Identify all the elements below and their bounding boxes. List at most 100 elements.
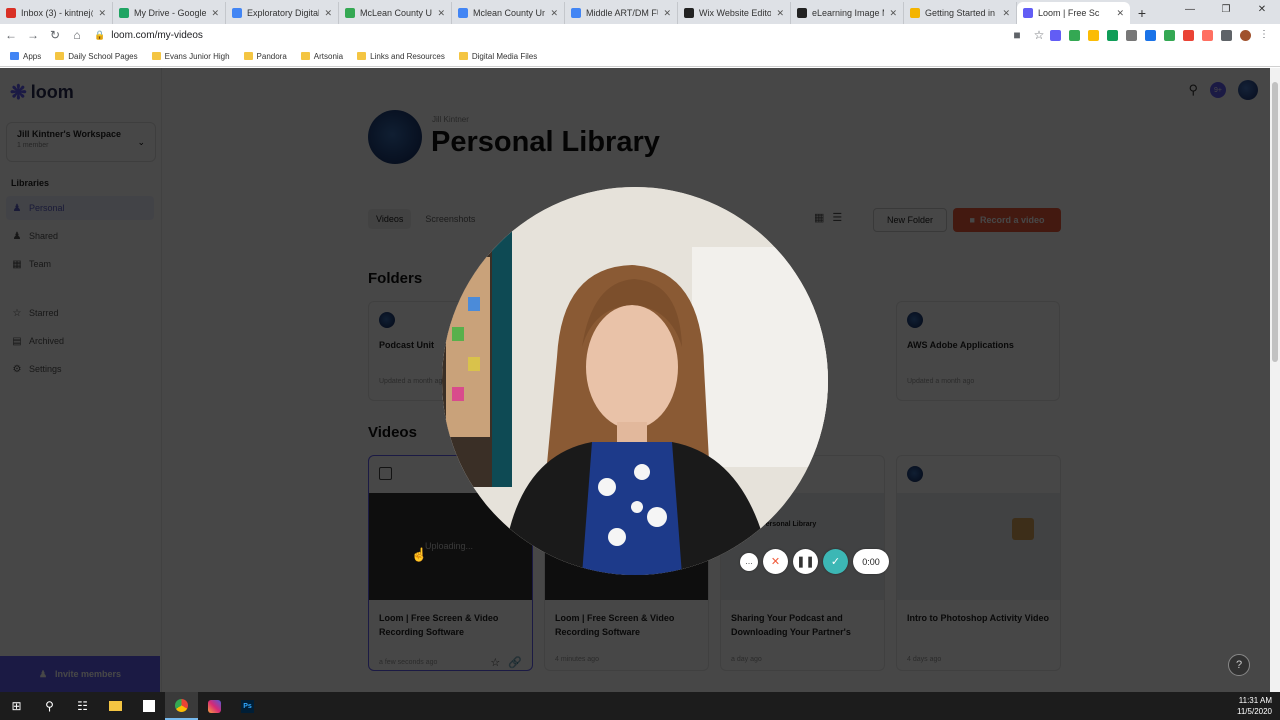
browser-tab[interactable]: Getting Started in F ✕ — [904, 2, 1017, 24]
video-title[interactable]: Intro to Photoshop Activity Video — [897, 600, 1060, 648]
close-tab-icon[interactable]: ✕ — [211, 8, 219, 19]
close-tab-icon[interactable]: ✕ — [550, 8, 558, 19]
extension-icon[interactable] — [1183, 29, 1194, 41]
instagram-icon[interactable] — [198, 692, 231, 720]
browser-tab[interactable]: Wix Website Editor ✕ — [678, 2, 791, 24]
minimize-icon[interactable]: — — [1172, 0, 1208, 20]
extension-icon[interactable] — [1202, 29, 1213, 41]
notification-badge[interactable]: 9+ — [1210, 82, 1226, 98]
avatar[interactable] — [1238, 80, 1258, 100]
puzzle-icon[interactable] — [1221, 29, 1232, 41]
record-video-button[interactable]: ■ Record a video — [953, 208, 1061, 232]
workspace-switcher[interactable]: Jill Kintner's Workspace 1 member ⌄ — [6, 122, 156, 162]
video-title[interactable]: Sharing Your Podcast and Downloading You… — [721, 600, 884, 648]
back-icon[interactable]: ← — [0, 28, 22, 42]
windows-taskbar: ⊞ ⚲ ☷ Ps 11:31 AM 11/5/2020 — [0, 692, 1280, 720]
close-tab-icon[interactable]: ✕ — [98, 8, 106, 19]
grid-view-icon[interactable]: ▦ — [814, 211, 824, 224]
extension-icon[interactable] — [1069, 29, 1080, 41]
extension-icon[interactable] — [1164, 29, 1175, 41]
camera-bubble[interactable] — [442, 187, 828, 575]
search-icon[interactable]: ⚲ — [33, 692, 66, 720]
list-view-icon[interactable]: ☰ — [832, 211, 842, 224]
tab-videos[interactable]: Videos — [368, 209, 412, 229]
sidebar-item-shared[interactable]: ♟ Shared — [6, 224, 154, 248]
select-checkbox[interactable] — [379, 467, 392, 480]
camera-icon[interactable]: ■ — [1006, 28, 1028, 42]
windows-start-icon[interactable]: ⊞ — [0, 692, 33, 720]
video-title[interactable]: Loom | Free Screen & Video Recording Sof… — [369, 600, 532, 648]
invite-members-button[interactable]: ♟ Invite members — [0, 656, 160, 692]
bookmark-item[interactable]: Digital Media Files — [458, 52, 537, 61]
kebab-menu-icon[interactable]: ⋮ — [1259, 29, 1270, 41]
page-scrollbar[interactable] — [1270, 68, 1280, 692]
close-tab-icon[interactable]: ✕ — [437, 8, 445, 19]
task-view-icon[interactable]: ☷ — [66, 692, 99, 720]
photoshop-icon[interactable]: Ps — [231, 692, 264, 720]
new-tab-button[interactable]: + — [1130, 2, 1154, 24]
sidebar-item-settings[interactable]: ⚙ Settings — [6, 357, 154, 381]
link-icon[interactable]: 🔗 — [508, 656, 522, 669]
chrome-icon[interactable] — [165, 692, 198, 720]
close-tab-icon[interactable]: ✕ — [1116, 8, 1124, 19]
sidebar-item-starred[interactable]: ☆ Starred — [6, 301, 154, 325]
extension-icon[interactable] — [1107, 29, 1118, 41]
help-button[interactable]: ? — [1228, 654, 1250, 676]
bookmark-star-icon[interactable]: ☆ — [1028, 28, 1050, 42]
sidebar-item-team[interactable]: ▦ Team — [6, 252, 154, 276]
extension-icon[interactable] — [1050, 29, 1061, 41]
reload-icon[interactable]: ↻ — [44, 28, 66, 42]
bookmark-item[interactable]: Pandora — [243, 52, 287, 61]
browser-tab[interactable]: Exploratory Digital ✕ — [226, 2, 339, 24]
browser-tab[interactable]: McLean County Uni ✕ — [339, 2, 452, 24]
bookmark-item[interactable]: Apps — [10, 52, 41, 61]
bookmark-item[interactable]: Artsonia — [300, 52, 343, 61]
window-controls: — ❐ ✕ — [1172, 0, 1280, 20]
close-tab-icon[interactable]: ✕ — [324, 8, 332, 19]
cancel-recording-button[interactable]: ✕ — [763, 549, 788, 574]
file-explorer-icon[interactable] — [99, 692, 132, 720]
home-icon[interactable]: ⌂ — [66, 28, 88, 42]
browser-tab[interactable]: Middle ART/DM FU ✕ — [565, 2, 678, 24]
browser-tab[interactable]: Inbox (3) - kintnej@ ✕ — [0, 2, 113, 24]
archive-icon: ▤ — [12, 335, 22, 347]
restore-icon[interactable]: ❐ — [1208, 0, 1244, 20]
sidebar-item-label: Archived — [29, 336, 65, 346]
forward-icon[interactable]: → — [22, 28, 44, 42]
browser-tab[interactable]: Mclean County Uni ✕ — [452, 2, 565, 24]
scrollbar-thumb[interactable] — [1272, 82, 1278, 362]
new-folder-button[interactable]: New Folder — [873, 208, 947, 232]
tab-screenshots[interactable]: Screenshots — [417, 209, 483, 229]
system-clock[interactable]: 11:31 AM 11/5/2020 — [1237, 695, 1272, 717]
pause-button[interactable]: ❚❚ — [793, 549, 818, 574]
video-title[interactable]: Loom | Free Screen & Video Recording Sof… — [545, 600, 708, 648]
profile-avatar[interactable] — [1240, 29, 1251, 41]
bookmarks-bar: Apps Daily School Pages Evans Junior High P… — [0, 46, 1280, 67]
sidebar-item-personal[interactable]: ♟ Personal — [6, 196, 154, 220]
store-icon[interactable] — [132, 692, 165, 720]
loom-logo[interactable]: ❋ loom — [10, 80, 74, 105]
bookmark-item[interactable]: Daily School Pages — [55, 52, 138, 61]
extension-icon[interactable] — [1145, 29, 1156, 41]
close-tab-icon[interactable]: ✕ — [1002, 8, 1010, 19]
close-tab-icon[interactable]: ✕ — [663, 8, 671, 19]
video-card[interactable]: Intro to Photoshop Activity Video 4 days… — [896, 455, 1061, 671]
extension-icon[interactable] — [1088, 29, 1099, 41]
bookmark-item[interactable]: Evans Junior High — [151, 52, 230, 61]
browser-tab[interactable]: My Drive - Google D ✕ — [113, 2, 226, 24]
search-icon[interactable]: ⚲ — [1188, 82, 1198, 98]
close-icon[interactable]: ✕ — [1244, 0, 1280, 20]
bookmark-item[interactable]: Links and Resources — [357, 52, 445, 61]
browser-tab[interactable]: Loom | Free Sc ✕ — [1017, 2, 1130, 24]
close-tab-icon[interactable]: ✕ — [889, 8, 897, 19]
finish-recording-button[interactable]: ✓ — [823, 549, 848, 574]
extension-icon[interactable] — [1126, 29, 1137, 41]
url-field[interactable]: 🔒 loom.com/my-videos — [94, 30, 1006, 41]
video-thumbnail[interactable] — [897, 493, 1060, 600]
folder-card[interactable]: AWS Adobe Applications Updated a month a… — [896, 301, 1060, 401]
more-options-icon[interactable]: … — [740, 552, 758, 571]
browser-tab[interactable]: eLearning Image M ✕ — [791, 2, 904, 24]
sidebar-item-archived[interactable]: ▤ Archived — [6, 329, 154, 353]
close-tab-icon[interactable]: ✕ — [776, 8, 784, 19]
star-icon[interactable]: ☆ — [490, 656, 500, 669]
